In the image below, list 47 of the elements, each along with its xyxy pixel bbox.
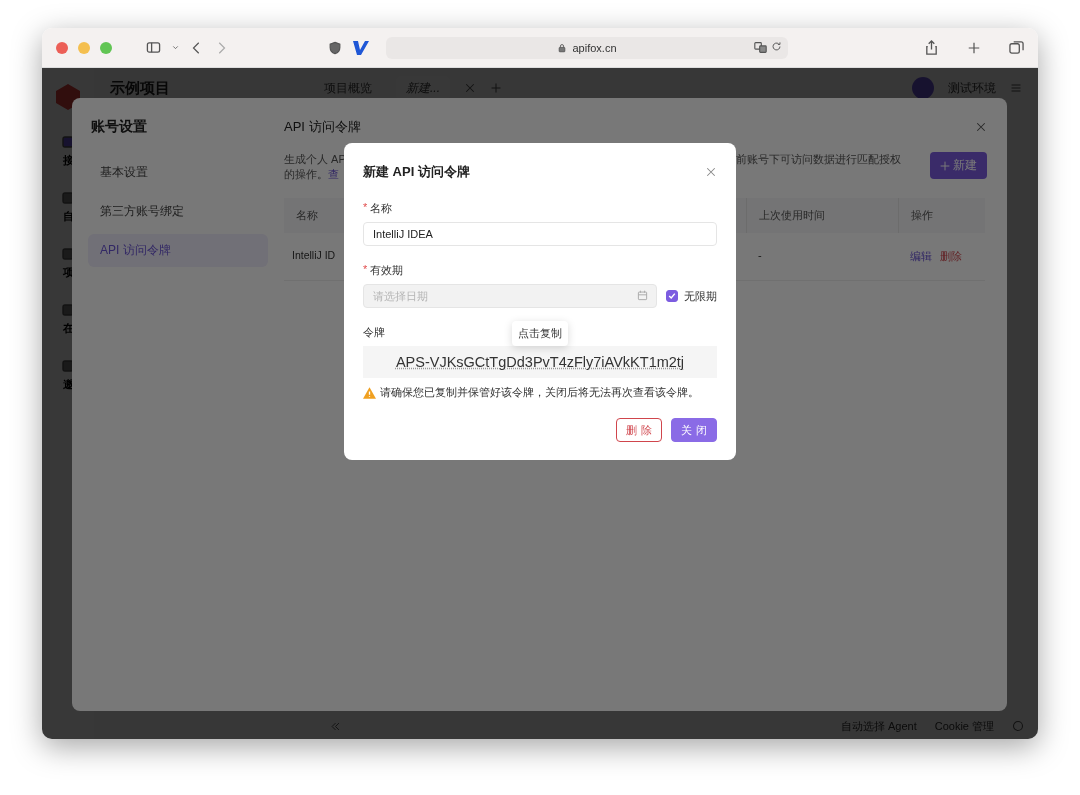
token-value[interactable]: APS-VJKsGCtTgDd3PvT4zFly7iAVkKT1m2tj	[363, 346, 717, 378]
field-label: 名称	[370, 201, 393, 216]
sidebar-icon[interactable]	[146, 40, 161, 55]
delete-link[interactable]: 删除	[940, 249, 962, 264]
edit-link[interactable]: 编辑	[910, 249, 932, 264]
rail-label[interactable]: 自	[62, 209, 74, 224]
rail-label[interactable]: 接	[62, 153, 74, 168]
close-icon[interactable]	[975, 121, 987, 133]
tabs-icon[interactable]	[1009, 40, 1024, 55]
column-header: 上次使用时间	[746, 198, 898, 233]
shield-icon[interactable]	[328, 40, 342, 55]
address-bar[interactable]: apifox.cn	[386, 36, 788, 59]
warning-icon	[363, 387, 376, 399]
v-logo-icon[interactable]	[352, 39, 370, 56]
tooltip: 点击复制	[512, 321, 568, 346]
dialog-title: 新建 API 访问令牌	[363, 163, 470, 181]
settings-nav-item[interactable]: 第三方账号绑定	[88, 195, 268, 228]
avatar-icon[interactable]	[912, 77, 934, 99]
reload-icon[interactable]	[771, 40, 782, 52]
translate-icon[interactable]	[754, 40, 767, 54]
settings-nav-item[interactable]: 基本设置	[88, 156, 268, 189]
settings-title: 账号设置	[90, 118, 148, 136]
share-icon[interactable]	[924, 40, 939, 55]
description-text: 前账号下可访问数据进行匹配授权	[736, 152, 902, 167]
new-token-button[interactable]: 新建	[930, 152, 987, 179]
field-label: 令牌	[363, 325, 385, 340]
url-text: apifox.cn	[572, 41, 617, 54]
plus-icon	[940, 160, 950, 171]
name-field[interactable]: IntelliJ IDEA	[363, 222, 717, 246]
table-cell: -	[746, 233, 898, 281]
close-window-button[interactable]	[56, 41, 68, 54]
required-mark: *	[363, 201, 368, 215]
description-text: 的操作。	[284, 167, 328, 182]
delete-button[interactable]: 删 除	[616, 418, 662, 442]
lock-icon	[557, 42, 568, 53]
docs-link[interactable]: 查	[328, 167, 339, 182]
calendar-icon	[637, 290, 648, 301]
required-mark: *	[363, 263, 368, 277]
settings-nav-item[interactable]: API 访问令牌	[88, 234, 268, 267]
close-button[interactable]: 关 闭	[671, 418, 717, 442]
chevron-down-icon[interactable]	[171, 43, 180, 52]
plus-icon[interactable]	[967, 40, 981, 55]
warning-text: 请确保您已复制并保管好该令牌，关闭后将无法再次查看该令牌。	[380, 386, 699, 400]
column-header: 操作	[898, 198, 985, 233]
section-heading: API 访问令牌	[284, 118, 361, 136]
close-icon[interactable]	[705, 166, 717, 178]
field-label: 有效期	[370, 263, 404, 278]
